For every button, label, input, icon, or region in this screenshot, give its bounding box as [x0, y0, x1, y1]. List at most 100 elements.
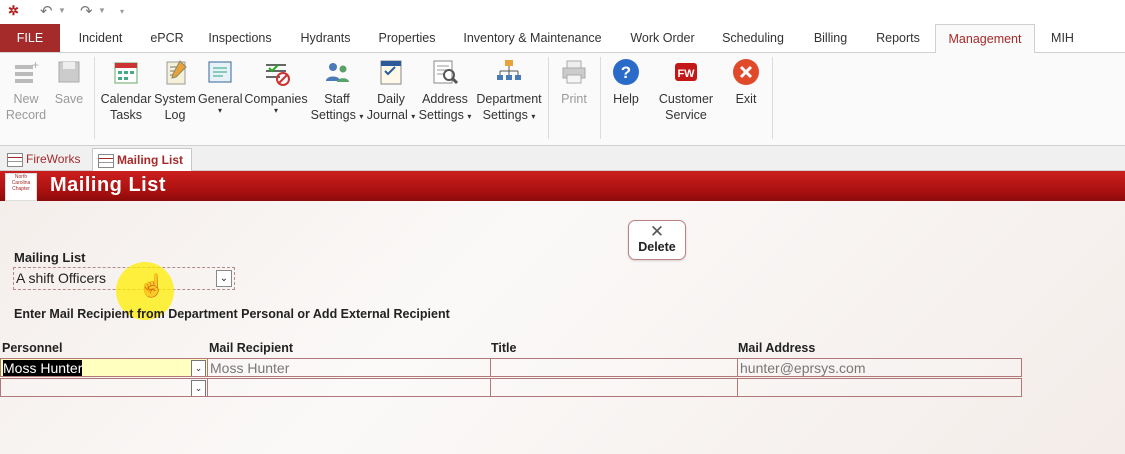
tab-scheduling[interactable]: Scheduling [713, 24, 793, 52]
help-button[interactable]: ? Help [605, 57, 647, 107]
companies-icon [266, 64, 290, 86]
staff-settings-icon [326, 63, 349, 82]
hand-cursor-icon: ☝ [138, 273, 166, 298]
chevron-down-icon[interactable]: ⌄ [191, 360, 206, 376]
close-icon: ✕ [649, 222, 665, 241]
tab-management[interactable]: Management [935, 24, 1035, 54]
department-settings-label-2: Settings [482, 108, 528, 122]
department-settings-button[interactable]: Department Settings ▾ [474, 57, 544, 125]
column-header-mail-recipient: Mail Recipient [209, 341, 294, 355]
redo-dropdown-icon[interactable]: ▼ [98, 6, 106, 15]
column-header-mail-address: Mail Address [738, 341, 816, 355]
svg-text:?: ? [621, 63, 631, 82]
address-settings-label-1: Address [422, 92, 468, 106]
address-settings-label-2: Settings [418, 108, 464, 122]
ribbon-separator [772, 57, 773, 139]
staff-settings-button[interactable]: Staff Settings ▾ [308, 57, 366, 125]
print-icon [562, 60, 586, 84]
delete-button[interactable]: ✕ Delete [628, 220, 686, 260]
new-record-button[interactable]: + New Record [4, 57, 48, 123]
form-icon [7, 153, 23, 167]
staff-settings-label-2: Settings [310, 108, 356, 122]
new-record-label-2: Record [5, 108, 47, 122]
doc-tab-fireworks-label: FireWorks [26, 152, 81, 166]
daily-journal-label-1: Daily [377, 92, 405, 106]
ribbon-separator [548, 57, 549, 139]
ribbon: + New Record Save Calendar Tasks System Log… [0, 53, 1125, 146]
companies-button[interactable]: Companies ▾ [244, 57, 308, 115]
system-log-icon [166, 60, 187, 85]
tab-hydrants[interactable]: Hydrants [288, 24, 363, 52]
title-field[interactable] [491, 358, 738, 377]
form-header: North Carolina Chapter Mailing List [0, 171, 1125, 201]
calendar-icon [114, 62, 138, 84]
department-settings-icon [497, 60, 521, 80]
redo-icon[interactable]: ↷ [80, 2, 93, 20]
calendar-tasks-button[interactable]: Calendar Tasks [100, 57, 152, 123]
mailing-list-value: A shift Officers [16, 270, 106, 286]
tab-epcr[interactable]: ePCR [138, 24, 196, 52]
customer-service-button[interactable]: FW Customer Service [652, 57, 720, 123]
title-field[interactable] [491, 378, 738, 397]
tab-inventory-maintenance[interactable]: Inventory & Maintenance [455, 24, 610, 52]
general-button[interactable]: General ▾ [198, 57, 242, 115]
tab-reports[interactable]: Reports [866, 24, 930, 52]
general-icon [208, 61, 232, 83]
table-row: ⌄ [0, 378, 1022, 398]
daily-journal-label-2: Journal [366, 108, 408, 122]
department-settings-label-1: Department [476, 92, 542, 106]
tab-mih[interactable]: MIH [1040, 24, 1085, 52]
system-log-button[interactable]: System Log [152, 57, 198, 123]
svg-text:FW: FW [677, 68, 695, 80]
mail-recipient-field[interactable] [208, 378, 491, 397]
exit-icon [733, 59, 759, 85]
save-button[interactable]: Save [50, 57, 88, 107]
customer-service-icon: FW [675, 63, 697, 81]
mail-address-field[interactable]: hunter@eprsys.com [738, 358, 1022, 377]
ribbon-tabs: FILE Incident ePCR Inspections Hydrants … [0, 24, 1125, 54]
instruction-text: Enter Mail Recipient from Department Per… [14, 307, 450, 321]
undo-icon[interactable]: ↶ [40, 2, 53, 20]
tab-file[interactable]: FILE [0, 24, 60, 52]
logo: North Carolina Chapter [5, 173, 37, 201]
help-label: Help [613, 92, 639, 106]
system-log-label-1: System [154, 92, 196, 106]
personnel-combo[interactable]: Moss Hunter ⌄ [0, 358, 208, 377]
tab-properties[interactable]: Properties [368, 24, 446, 52]
daily-journal-icon [380, 60, 402, 85]
tab-billing[interactable]: Billing [803, 24, 858, 52]
staff-settings-label-1: Staff [324, 92, 350, 106]
customize-toolbar-icon[interactable]: ▾ [120, 7, 124, 16]
exit-button[interactable]: Exit [725, 57, 767, 107]
table-row: Moss Hunter ⌄ Moss Hunter hunter@eprsys.… [0, 358, 1022, 378]
save-label: Save [54, 92, 84, 106]
chevron-down-icon[interactable]: ⌄ [216, 270, 232, 287]
personnel-value: Moss Hunter [3, 360, 83, 376]
undo-dropdown-icon[interactable]: ▼ [58, 6, 66, 15]
customer-service-label-2: Service [665, 108, 707, 122]
personnel-combo[interactable]: ⌄ [0, 378, 208, 397]
tab-inspections[interactable]: Inspections [200, 24, 280, 52]
doc-tab-mailing-list[interactable]: Mailing List [92, 148, 192, 171]
form-body: ✕ Delete Mailing List A shift Officers ⌄… [0, 201, 1125, 454]
companies-dropdown-icon: ▾ [273, 106, 278, 115]
app-icon: ✲ [8, 3, 19, 18]
print-button[interactable]: Print [553, 57, 595, 107]
column-header-title: Title [491, 341, 517, 355]
doc-tab-fireworks[interactable]: FireWorks [2, 148, 88, 170]
ribbon-separator [94, 57, 95, 139]
chevron-down-icon[interactable]: ⌄ [191, 380, 206, 396]
calendar-tasks-label-2: Tasks [110, 108, 142, 122]
column-header-personnel: Personnel [2, 341, 63, 355]
tab-incident[interactable]: Incident [68, 24, 133, 52]
mail-address-field[interactable] [738, 378, 1022, 397]
address-settings-icon [433, 60, 459, 85]
mail-recipient-field[interactable]: Moss Hunter [208, 358, 491, 377]
address-settings-button[interactable]: Address Settings ▾ [418, 57, 472, 125]
daily-journal-button[interactable]: Daily Journal ▾ [366, 57, 416, 125]
save-icon [58, 61, 80, 83]
tab-work-order[interactable]: Work Order [620, 24, 705, 52]
quick-access-toolbar: ✲ ↶ ▼ ↷ ▼ ▾ [0, 0, 1125, 24]
delete-label: Delete [638, 240, 676, 254]
calendar-tasks-label-1: Calendar [100, 92, 152, 106]
